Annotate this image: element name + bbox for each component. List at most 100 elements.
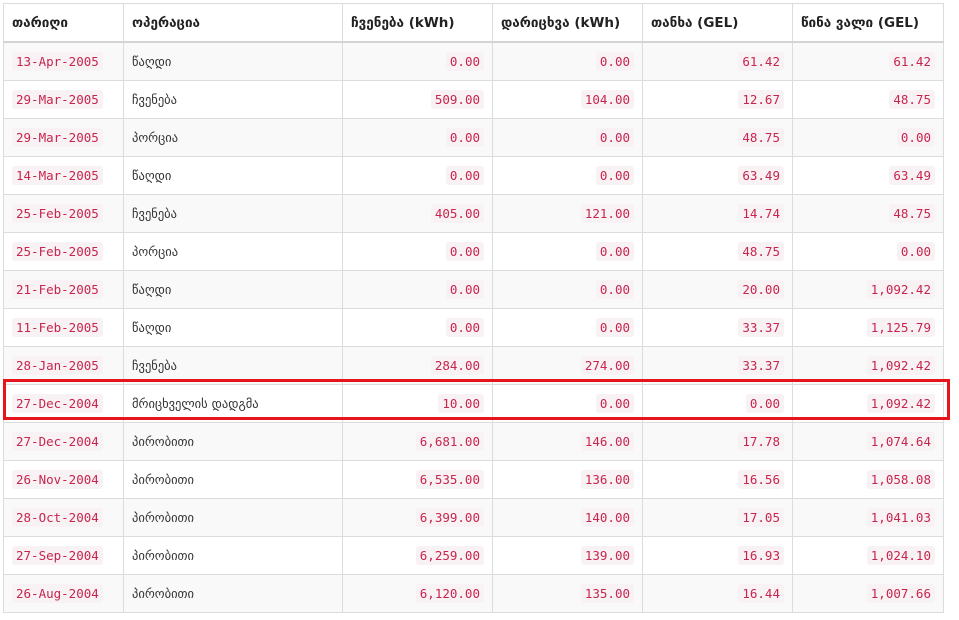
amount-cell: 63.49 [642,156,793,195]
previous-debt-cell: 63.49 [792,156,944,195]
header-consumption[interactable]: დარიცხვა (kWh) [492,3,643,43]
numeric-value: 135.00 [580,583,634,603]
numeric-value: 0.00 [595,279,634,299]
meter-history-table: თარიღი ოპერაცია ჩვენება (kWh) დარიცხვა (… [3,3,944,613]
date-cell: 29-Mar-2005 [3,80,124,119]
amount-cell: 48.75 [642,232,793,271]
table-row: 27-Sep-2004 პირობითი 6,259.00 139.00 16.93 1,… [3,536,944,575]
amount-cell: 16.93 [642,536,793,575]
header-operation[interactable]: ოპერაცია [123,3,343,43]
numeric-value: 1,041.03 [866,507,935,527]
amount-cell: 33.37 [642,346,793,385]
date-cell: 21-Feb-2005 [3,270,124,309]
consumption-cell: 0.00 [492,384,643,423]
date-value: 27-Sep-2004 [12,545,103,565]
amount-cell: 20.00 [642,270,793,309]
table-row: 14-Mar-2005 წაღდი 0.00 0.00 63.49 63.49 [3,156,944,195]
amount-cell: 17.78 [642,422,793,461]
date-value: 28-Jan-2005 [12,355,103,375]
reading-cell: 0.00 [342,118,493,157]
numeric-value: 0.00 [896,241,935,261]
numeric-value: 1,074.64 [866,431,935,451]
operation-cell: მრიცხველის დადგმა [123,384,343,423]
table-row: 13-Apr-2005 წაღდი 0.00 0.00 61.42 61.42 [3,41,944,81]
operation-cell: პორცია [123,118,343,157]
table-row: 26-Aug-2004 პირობითი 6,120.00 135.00 16.44 1,… [3,574,944,613]
numeric-value: 33.37 [738,355,784,375]
amount-cell: 14.74 [642,194,793,233]
numeric-value: 63.49 [738,165,784,185]
numeric-value: 0.00 [445,241,484,261]
date-value: 26-Aug-2004 [12,583,103,603]
header-amount[interactable]: თანხა (GEL) [642,3,793,43]
numeric-value: 274.00 [580,355,634,375]
operation-cell: წაღდი [123,41,343,81]
reading-cell: 0.00 [342,232,493,271]
numeric-value: 6,259.00 [415,545,484,565]
header-reading[interactable]: ჩვენება (kWh) [342,3,493,43]
header-row: თარიღი ოპერაცია ჩვენება (kWh) დარიცხვა (… [3,3,944,43]
table-row: 28-Jan-2005 ჩვენება 284.00 274.00 33.37 1,092… [3,346,944,385]
consumption-cell: 0.00 [492,156,643,195]
date-cell: 27-Dec-2004 [3,384,124,423]
date-cell: 26-Aug-2004 [3,574,124,613]
numeric-value: 61.42 [738,51,784,71]
operation-cell: ჩვენება [123,194,343,233]
date-value: 14-Mar-2005 [12,165,103,185]
table-header: თარიღი ოპერაცია ჩვენება (kWh) დარიცხვა (… [3,3,944,43]
numeric-value: 0.00 [595,317,634,337]
reading-cell: 405.00 [342,194,493,233]
reading-cell: 0.00 [342,156,493,195]
consumption-cell: 104.00 [492,80,643,119]
table-row: 25-Feb-2005 ჩვენება 405.00 121.00 14.74 48.75 [3,194,944,233]
table-row: 29-Mar-2005 პორცია 0.00 0.00 48.75 0.00 [3,118,944,157]
date-value: 26-Nov-2004 [12,469,103,489]
consumption-cell: 136.00 [492,460,643,499]
table-row: 29-Mar-2005 ჩვენება 509.00 104.00 12.67 48.75 [3,80,944,119]
numeric-value: 0.00 [445,127,484,147]
numeric-value: 16.93 [738,545,784,565]
numeric-value: 48.75 [738,241,784,261]
date-cell: 11-Feb-2005 [3,308,124,347]
operation-cell: ჩვენება [123,80,343,119]
numeric-value: 405.00 [430,203,484,223]
previous-debt-cell: 0.00 [792,232,944,271]
consumption-cell: 274.00 [492,346,643,385]
table-row: 21-Feb-2005 წაღდი 0.00 0.00 20.00 1,092.42 [3,270,944,309]
operation-cell: პირობითი [123,460,343,499]
amount-cell: 16.44 [642,574,793,613]
numeric-value: 33.37 [738,317,784,337]
numeric-value: 0.00 [896,127,935,147]
numeric-value: 10.00 [438,393,484,413]
header-previous-debt[interactable]: წინა ვალი (GEL) [792,3,944,43]
numeric-value: 6,535.00 [415,469,484,489]
numeric-value: 139.00 [580,545,634,565]
date-value: 27-Dec-2004 [12,393,103,413]
reading-cell: 0.00 [342,41,493,81]
numeric-value: 509.00 [430,89,484,109]
amount-cell: 17.05 [642,498,793,537]
previous-debt-cell: 1,074.64 [792,422,944,461]
reading-cell: 509.00 [342,80,493,119]
numeric-value: 136.00 [580,469,634,489]
date-value: 28-Oct-2004 [12,507,103,527]
operation-cell: ჩვენება [123,346,343,385]
operation-cell: პირობითი [123,536,343,575]
header-date[interactable]: თარიღი [3,3,124,43]
operation-cell: წაღდი [123,156,343,195]
consumption-cell: 0.00 [492,308,643,347]
numeric-value: 48.75 [889,89,935,109]
numeric-value: 104.00 [580,89,634,109]
date-value: 13-Apr-2005 [12,51,103,71]
previous-debt-cell: 1,007.66 [792,574,944,613]
reading-cell: 6,259.00 [342,536,493,575]
operation-cell: პირობითი [123,498,343,537]
numeric-value: 121.00 [580,203,634,223]
date-cell: 13-Apr-2005 [3,41,124,81]
previous-debt-cell: 0.00 [792,118,944,157]
table-row-highlighted: 27-Dec-2004 მრიცხველის დადგმა 10.00 0.00 0.0… [3,384,944,423]
reading-cell: 6,399.00 [342,498,493,537]
table-row: 26-Nov-2004 პირობითი 6,535.00 136.00 16.56 1,… [3,460,944,499]
date-value: 29-Mar-2005 [12,127,103,147]
numeric-value: 6,681.00 [415,431,484,451]
